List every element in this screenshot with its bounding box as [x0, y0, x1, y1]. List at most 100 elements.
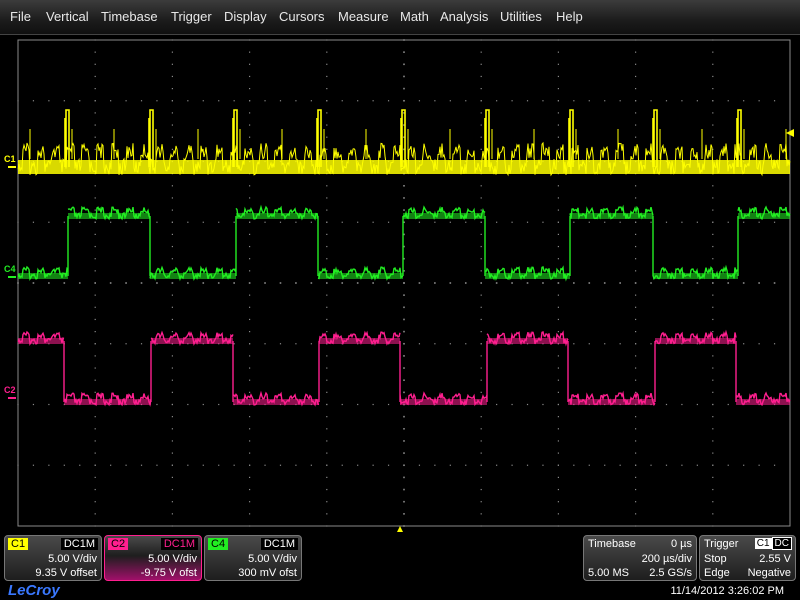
graticule-dot	[17, 282, 19, 284]
graticule-dot	[249, 233, 251, 235]
graticule-dot	[326, 100, 328, 102]
graticule-dot	[110, 343, 112, 345]
graticule-dot	[403, 440, 405, 442]
graticule-dot	[94, 112, 96, 114]
c2-descriptor[interactable]: C2 DC1M 5.00 V/div -9.75 V ofst	[104, 535, 202, 581]
graticule-dot	[557, 245, 559, 248]
graticule-dot	[372, 100, 374, 102]
graticule-dot	[635, 185, 637, 187]
graticule-dot	[635, 416, 637, 418]
graticule-dot	[326, 440, 328, 442]
graticule-dot	[712, 124, 714, 126]
graticule-dot	[418, 282, 421, 284]
graticule-dot	[712, 221, 714, 223]
graticule-dot	[326, 39, 328, 41]
graticule-dot	[63, 221, 65, 223]
graticule-dot	[326, 245, 328, 248]
graticule-dot	[125, 221, 127, 223]
graticule-dot	[712, 331, 714, 333]
graticule-dot	[403, 75, 405, 78]
graticule-dot	[233, 464, 235, 466]
graticule-dot	[480, 416, 482, 418]
graticule-dot	[249, 513, 251, 515]
graticule-dot	[635, 367, 637, 369]
c1-descriptor[interactable]: C1 DC1M 5.00 V/div 9.35 V offset	[4, 535, 102, 581]
graticule-dot	[635, 100, 637, 102]
graticule-dot	[557, 403, 559, 406]
graticule-dot	[326, 75, 328, 78]
graticule-dot	[712, 233, 714, 235]
graticule-dot	[171, 331, 173, 333]
graticule-dot	[249, 331, 251, 333]
graticule-dot	[310, 343, 312, 345]
graticule-dot	[171, 100, 173, 102]
trigger-descriptor[interactable]: Trigger C1 DC Stop 2.55 V Edge Negative	[699, 535, 796, 581]
graticule-dot	[326, 51, 328, 53]
graticule-dot	[619, 282, 621, 284]
graticule-dot	[712, 525, 714, 527]
graticule-dot	[110, 464, 112, 466]
graticule-dot	[17, 403, 19, 406]
graticule-dot	[372, 221, 374, 223]
graticule-dot	[140, 221, 143, 223]
lecroy-logo: LeCroy	[8, 582, 60, 599]
graticule-dot	[557, 112, 559, 114]
graticule-dot	[94, 343, 96, 345]
graticule-dot	[635, 51, 637, 53]
c4-descriptor[interactable]: C4 DC1M 5.00 V/div 300 mV ofst	[204, 535, 302, 581]
graticule-dot	[171, 221, 173, 223]
c4-vdiv: 5.00 V/div	[248, 553, 297, 565]
graticule-dot	[326, 233, 328, 235]
graticule-dot	[249, 355, 251, 357]
c1-ground-marker[interactable]	[8, 166, 16, 168]
c2-trace-segment	[233, 399, 319, 405]
graticule-dot	[403, 379, 405, 381]
graticule-dot	[480, 39, 482, 41]
c4-trace-segment	[68, 213, 150, 219]
graticule-dot	[712, 464, 714, 466]
graticule-dot	[465, 221, 467, 223]
graticule-dot	[480, 379, 482, 381]
c2-ground-marker[interactable]	[8, 397, 16, 399]
graticule-dot	[233, 221, 235, 223]
c2-trace-segment	[64, 399, 151, 405]
graticule-dot	[557, 209, 559, 211]
graticule-dot	[326, 318, 328, 321]
graticule-dot	[403, 513, 405, 515]
graticule-dot	[743, 221, 745, 223]
graticule-dot	[326, 525, 328, 527]
graticule-dot	[171, 51, 173, 53]
graticule-dot	[140, 282, 143, 284]
graticule-dot	[171, 416, 173, 418]
graticule-dot	[326, 452, 328, 454]
timebase-descriptor[interactable]: Timebase 0 µs 200 µs/div 5.00 MS 2.5 GS/…	[583, 535, 697, 581]
graticule-dot	[125, 343, 127, 345]
c4-ground-marker[interactable]	[8, 276, 16, 278]
c4-trace-segment	[150, 273, 236, 279]
graticule-dot	[326, 185, 328, 187]
graticule-dot	[233, 282, 235, 284]
graticule-dot	[403, 464, 405, 466]
graticule-dot	[171, 148, 173, 150]
graticule-dot	[434, 282, 436, 284]
graticule-dot	[372, 282, 374, 284]
graticule-dot	[326, 379, 328, 381]
waveforms	[17, 109, 791, 407]
graticule-dot	[171, 452, 173, 454]
graticule-dot	[403, 391, 405, 394]
graticule-dot	[619, 100, 621, 102]
graticule-dot	[79, 221, 81, 223]
graticule-dot	[588, 100, 590, 102]
graticule-dot	[171, 197, 173, 199]
graticule-dot	[480, 513, 482, 515]
graticule-dot	[387, 403, 390, 406]
timebase-tdiv: 200 µs/div	[641, 553, 692, 565]
waveform-display[interactable]	[0, 0, 800, 534]
graticule-dot	[480, 331, 482, 333]
graticule-dot	[465, 100, 467, 102]
graticule-dot	[249, 306, 251, 308]
graticule-dot	[712, 391, 714, 393]
graticule-dot	[403, 197, 405, 199]
graticule-dot	[635, 306, 637, 308]
graticule-dot	[341, 403, 343, 406]
